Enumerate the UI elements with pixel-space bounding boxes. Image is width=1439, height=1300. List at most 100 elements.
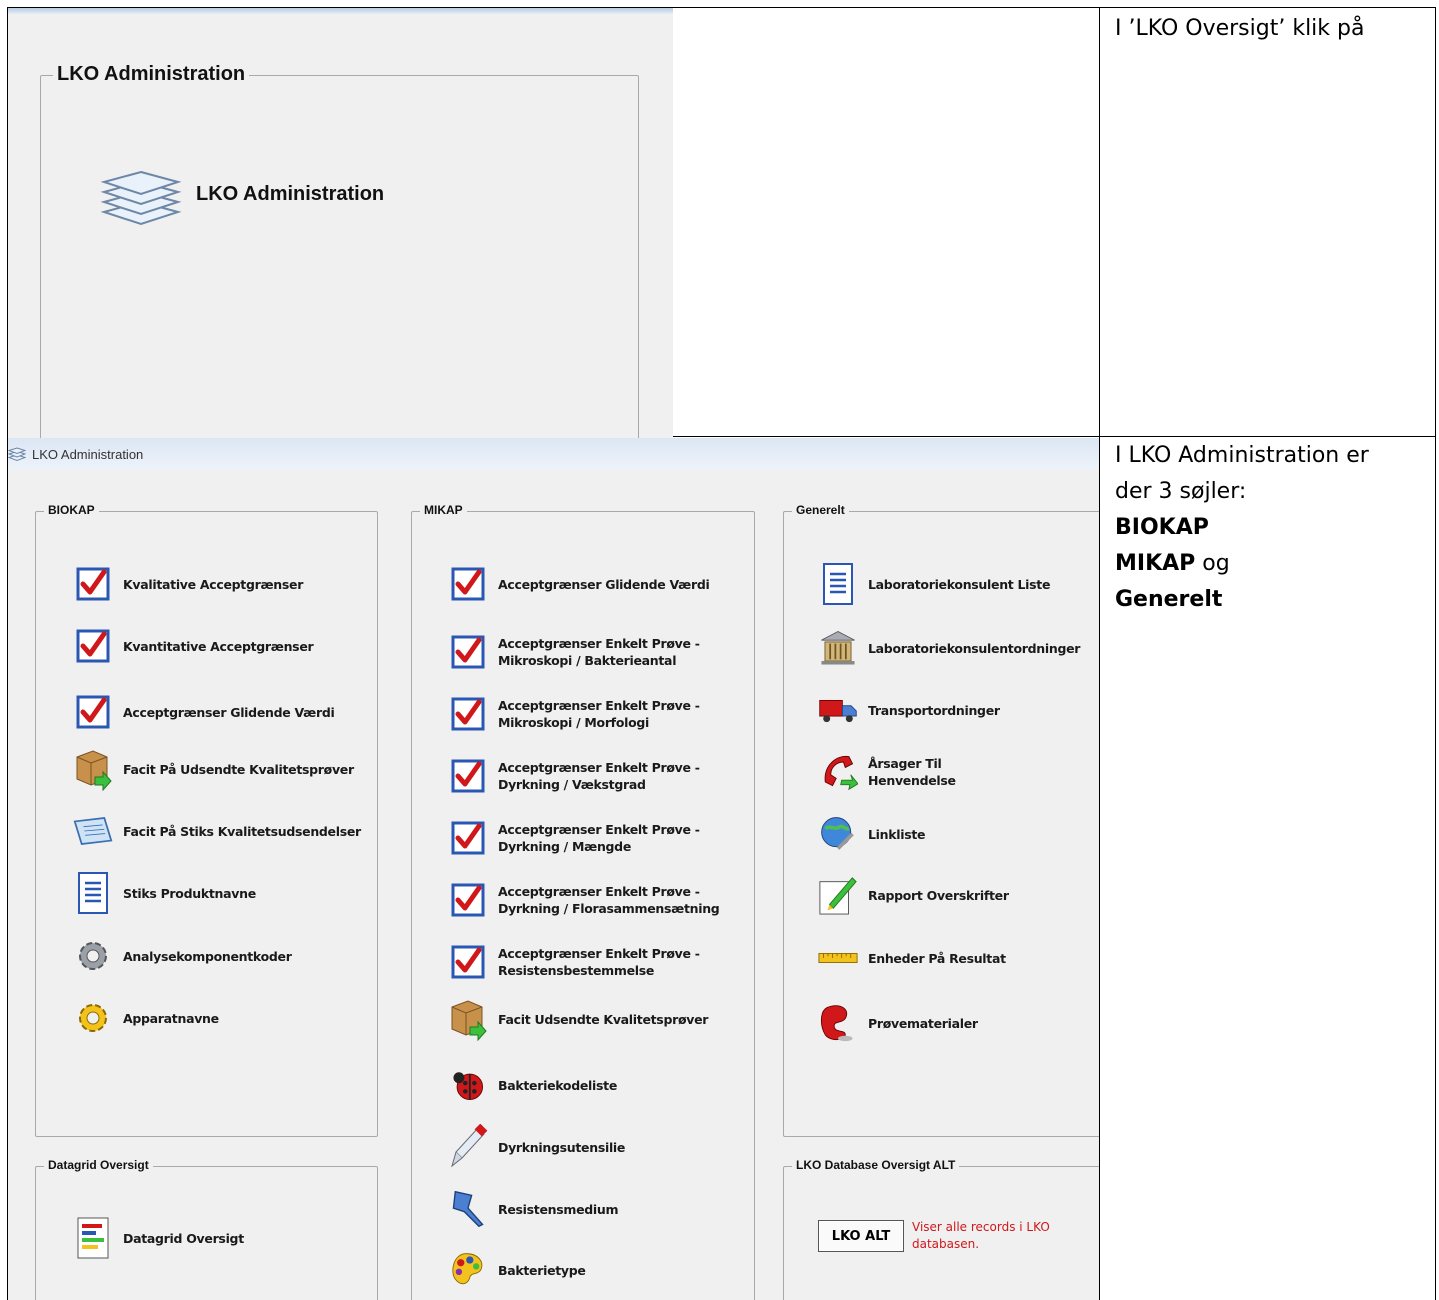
- generelt-item-label: Linkliste: [868, 826, 926, 842]
- checkbox-icon: [448, 694, 488, 734]
- biokap-item[interactable]: Facit På Udsendte Kvalitetsprøver: [73, 749, 354, 791]
- gear-icon: [73, 936, 113, 976]
- generelt-item-label: Rapport Overskrifter: [868, 887, 1009, 903]
- mikap-item[interactable]: Bakterietype: [448, 1250, 586, 1290]
- mikap-item-label: Acceptgrænser Enkelt Prøve - Dyrkning / …: [498, 884, 720, 916]
- biokap-item[interactable]: Kvantitative Acceptgrænser: [73, 626, 314, 666]
- biokap-item[interactable]: Acceptgrænser Glidende Værdi: [73, 692, 335, 732]
- mikap-item[interactable]: Dyrkningsutensilie: [448, 1124, 625, 1168]
- mikap-item[interactable]: Resistensmedium: [448, 1189, 619, 1229]
- biokap-item-label: Apparatnavne: [123, 1010, 219, 1026]
- package-icon: [448, 999, 488, 1041]
- mikap-item[interactable]: Acceptgrænser Enkelt Prøve - Mikroskopi …: [448, 632, 700, 672]
- mikap-item-label: Acceptgrænser Enkelt Prøve - Mikroskopi …: [498, 698, 700, 730]
- link-label: LKO Administration: [196, 183, 385, 205]
- checkbox-icon: [448, 880, 488, 920]
- mikap-item-label: Bakteriekodeliste: [498, 1077, 618, 1093]
- biokap-item-label: Analysekomponentkoder: [123, 948, 292, 964]
- biokap-item[interactable]: Apparatnavne: [73, 998, 219, 1038]
- table-border-left: [7, 7, 8, 1300]
- note-og: og: [1195, 551, 1230, 576]
- datagrid-title: Datagrid Oversigt: [44, 1158, 153, 1172]
- biokap-item[interactable]: Kvalitative Acceptgrænser: [73, 564, 303, 604]
- note-generelt: Generelt: [1115, 587, 1223, 612]
- generelt-item[interactable]: Årsager Til Henvendelse: [818, 752, 956, 792]
- biokap-item[interactable]: Analysekomponentkoder: [73, 936, 292, 976]
- mikap-item[interactable]: Bakteriekodeliste: [448, 1065, 617, 1105]
- lko-administration-link[interactable]: LKO Administration: [100, 166, 384, 233]
- mikap-item[interactable]: Facit Udsendte Kvalitetsprøver: [448, 999, 709, 1041]
- list-icon: [818, 563, 858, 605]
- biokap-title: BIOKAP: [44, 503, 99, 517]
- generelt-item-label: Årsager Til Henvendelse: [868, 756, 956, 788]
- window-title-bar: LKO Administration: [8, 438, 1100, 470]
- mikap-item-label: Acceptgrænser Enkelt Prøve - Resistensbe…: [498, 946, 700, 978]
- mikap-item[interactable]: Acceptgrænser Enkelt Prøve - Dyrkning / …: [448, 818, 700, 858]
- note-mikap: MIKAP: [1115, 551, 1196, 576]
- checkbox-icon: [448, 756, 488, 796]
- list-icon: [73, 872, 113, 914]
- generelt-item[interactable]: Laboratoriekonsulent Liste: [818, 563, 1050, 605]
- layers-icon: [8, 446, 26, 462]
- ladybug-icon: [448, 1065, 488, 1105]
- lko-db-title: LKO Database Oversigt ALT: [792, 1158, 960, 1172]
- generelt-item-label: Enheder På Resultat: [868, 950, 1006, 966]
- mikap-item[interactable]: Acceptgrænser Glidende Værdi: [448, 564, 710, 604]
- biokap-item-label: Facit På Udsendte Kvalitetsprøver: [123, 761, 354, 777]
- ruler-icon: [818, 938, 858, 978]
- table-border-right: [1435, 7, 1436, 1300]
- note-line2: der 3 søjler:: [1115, 479, 1247, 504]
- table-row-divider: [673, 436, 1436, 437]
- biokap-item[interactable]: Stiks Produktnavne: [73, 872, 256, 914]
- datagrid-item[interactable]: Datagrid Oversigt: [73, 1217, 244, 1259]
- table-column-divider: [1099, 7, 1100, 1300]
- mikap-item[interactable]: Acceptgrænser Enkelt Prøve - Dyrkning / …: [448, 756, 700, 796]
- pipette-icon: [448, 1124, 488, 1168]
- generelt-item-label: Prøvematerialer: [868, 1015, 978, 1031]
- datagrid-item-label: Datagrid Oversigt: [123, 1230, 244, 1246]
- mikap-item[interactable]: Acceptgrænser Enkelt Prøve - Mikroskopi …: [448, 694, 700, 734]
- gear-yellow-icon: [73, 998, 113, 1038]
- layers-icon: [100, 166, 182, 233]
- package-icon: [73, 749, 113, 791]
- top-screenshot: LKO Administration LKO Administration: [8, 8, 673, 438]
- mikap-title: MIKAP: [420, 503, 467, 517]
- truck-icon: [818, 690, 858, 730]
- lko-administration-group: LKO Administration: [40, 63, 639, 438]
- generelt-item-label: Laboratoriekonsulentordninger: [868, 640, 1081, 656]
- mikap-item-label: Resistensmedium: [498, 1201, 619, 1217]
- pencil-icon: [818, 875, 858, 915]
- biokap-item-label: Kvalitative Acceptgrænser: [123, 576, 304, 592]
- phone-icon: [818, 752, 858, 792]
- note-line1: I LKO Administration er: [1115, 443, 1369, 468]
- biokap-item-label: Stiks Produktnavne: [123, 885, 256, 901]
- lko-administration-window: LKO Administration BIOKAP MIKAP Generelt…: [8, 438, 1100, 1300]
- checkbox-icon: [73, 564, 113, 604]
- window-title: LKO Administration: [32, 446, 144, 462]
- checkbox-icon: [448, 564, 488, 604]
- note-row2: I LKO Administration er der 3 søjler: BI…: [1115, 438, 1369, 618]
- generelt-item[interactable]: Laboratoriekonsulentordninger: [818, 628, 1080, 668]
- generelt-item-label: Transportordninger: [868, 702, 1000, 718]
- palette-icon: [448, 1250, 488, 1290]
- sample-icon: [818, 1003, 858, 1043]
- generelt-item[interactable]: Linkliste: [818, 814, 926, 854]
- generelt-item[interactable]: Enheder På Resultat: [818, 938, 1006, 978]
- checkbox-icon: [448, 632, 488, 672]
- checkbox-icon: [448, 942, 488, 982]
- lko-alt-button[interactable]: LKO ALT: [818, 1220, 904, 1252]
- table-border-top: [8, 7, 1436, 8]
- pushpin-icon: [448, 1189, 488, 1229]
- mikap-item[interactable]: Acceptgrænser Enkelt Prøve - Dyrkning / …: [448, 880, 720, 920]
- biokap-item-label: Acceptgrænser Glidende Værdi: [123, 704, 335, 720]
- generelt-item[interactable]: Prøvematerialer: [818, 1003, 978, 1043]
- mikap-item-label: Bakterietype: [498, 1262, 586, 1278]
- biokap-item[interactable]: Facit På Stiks Kvalitetsudsendelser: [73, 811, 361, 851]
- mikap-item-label: Facit Udsendte Kvalitetsprøver: [498, 1011, 709, 1027]
- mikap-item-label: Acceptgrænser Enkelt Prøve - Dyrkning / …: [498, 760, 700, 792]
- generelt-item[interactable]: Rapport Overskrifter: [818, 875, 1009, 915]
- generelt-item[interactable]: Transportordninger: [818, 690, 1000, 730]
- report-icon: [73, 1217, 113, 1259]
- group-title: LKO Administration: [53, 63, 250, 86]
- mikap-item[interactable]: Acceptgrænser Enkelt Prøve - Resistensbe…: [448, 942, 700, 982]
